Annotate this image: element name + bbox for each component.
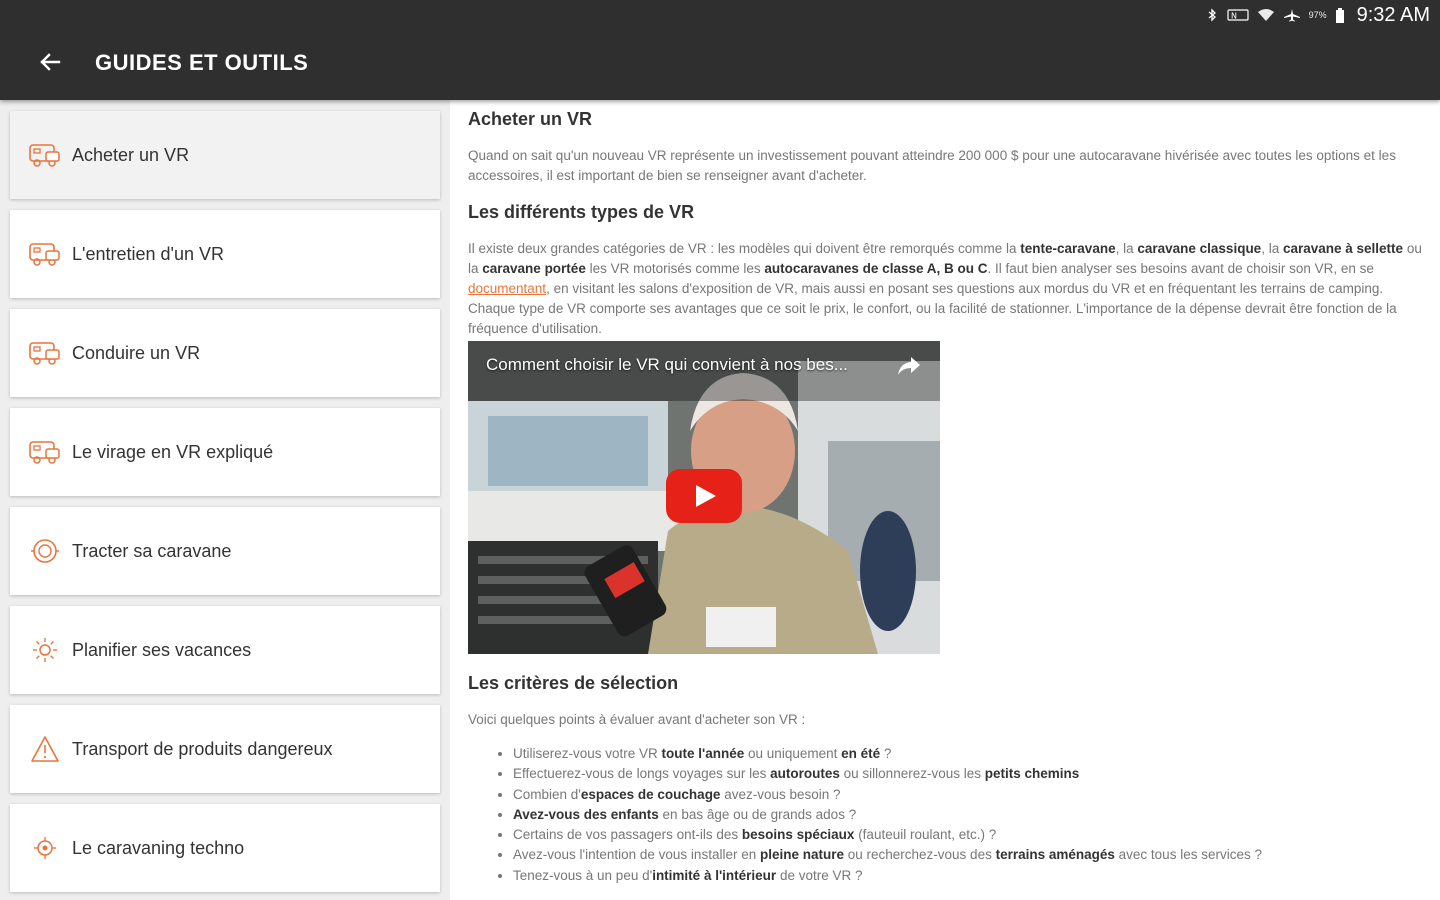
- youtube-play-icon[interactable]: [666, 469, 742, 523]
- list-item-techno[interactable]: Le caravaning techno: [10, 804, 440, 892]
- page-title: GUIDES ET OUTILS: [95, 50, 309, 75]
- list-item-virage[interactable]: Le virage en VR expliqué: [10, 408, 440, 496]
- status-time: 9:32 AM: [1356, 3, 1430, 26]
- article: Acheter un VR Quand on sait qu'un nouvea…: [468, 100, 1423, 886]
- list-item-label: Planifier ses vacances: [72, 639, 252, 660]
- video-title: Comment choisir le VR qui convient à nos…: [486, 355, 848, 374]
- rv-icon: [27, 434, 63, 470]
- rv-icon: [27, 236, 63, 272]
- criteria-intro: Voici quelques points à évaluer avant d'…: [468, 712, 806, 727]
- list-item-planifier[interactable]: Planifier ses vacances: [10, 606, 440, 694]
- criteria-list: Utiliserez-vous votre VR toute l'année o…: [468, 744, 1423, 886]
- article-panel[interactable]: Acheter un VR Quand on sait qu'un nouvea…: [450, 100, 1440, 900]
- gps-icon: [27, 830, 63, 866]
- warning-triangle-icon: [27, 731, 63, 767]
- article-intro: Quand on sait qu'un nouveau VR représent…: [468, 148, 1396, 183]
- list-item: Avez-vous l'intention de vous installer …: [513, 845, 1423, 865]
- airplane-icon: [1283, 8, 1301, 22]
- list-item-conduire[interactable]: Conduire un VR: [10, 309, 440, 397]
- status-bar: N 97% 9:32 AM: [1205, 2, 1430, 28]
- list-item-label: Transport de produits dangereux: [72, 738, 333, 759]
- list-item: Tenez-vous à un peu d'intimité à l'intér…: [513, 866, 1423, 886]
- battery-percent: 97%: [1308, 10, 1327, 20]
- list-item: Effectuerez-vous de longs voyages sur le…: [513, 764, 1423, 784]
- list-item-label: L'entretien d'un VR: [72, 243, 224, 264]
- article-heading: Acheter un VR: [468, 109, 593, 129]
- tow-hitch-icon: [27, 533, 63, 569]
- nfc-icon: N: [1226, 8, 1249, 22]
- list-item-entretien[interactable]: L'entretien d'un VR: [10, 210, 440, 298]
- list-item-tracter[interactable]: Tracter sa caravane: [10, 507, 440, 595]
- types-paragraph: Il existe deux grandes catégories de VR …: [468, 241, 1422, 336]
- wifi-icon: [1257, 8, 1275, 22]
- list-item: Utiliserez-vous votre VR toute l'année o…: [513, 744, 1423, 764]
- list-item: Avez-vous des enfants en bas âge ou de g…: [513, 805, 1423, 825]
- list-item-transport[interactable]: Transport de produits dangereux: [10, 705, 440, 793]
- sun-icon: [27, 632, 63, 668]
- rv-icon: [27, 335, 63, 371]
- section-heading-criteres: Les critères de sélection: [468, 673, 679, 693]
- app-bar: N 97% 9:32 AM GUIDES ET OUTILS: [0, 0, 1440, 100]
- battery-icon: [1335, 8, 1345, 23]
- documentant-link[interactable]: documentant: [468, 281, 546, 296]
- list-item-label: Acheter un VR: [72, 144, 190, 165]
- list-item-label: Le virage en VR expliqué: [72, 441, 274, 462]
- arrow-left-icon: [39, 52, 61, 76]
- share-icon[interactable]: [896, 355, 922, 377]
- list-item-label: Le caravaning techno: [72, 837, 245, 858]
- list-item: Certains de vos passagers ont-ils des be…: [513, 825, 1423, 845]
- list-item-label: Conduire un VR: [72, 342, 201, 363]
- video-embed[interactable]: Comment choisir le VR qui convient à nos…: [468, 341, 940, 654]
- list-item: Combien d'espaces de couchage avez-vous …: [513, 785, 1423, 805]
- rv-icon: [27, 137, 63, 173]
- section-heading-types: Les différents types de VR: [468, 202, 695, 222]
- svg-text:N: N: [1231, 12, 1237, 21]
- list-item-acheter[interactable]: Acheter un VR: [10, 111, 440, 199]
- list-item-label: Tracter sa caravane: [72, 540, 232, 561]
- back-button[interactable]: [36, 50, 64, 78]
- bluetooth-icon: [1205, 8, 1219, 22]
- guides-list: Acheter un VR L'entretien d'un VR Condui…: [0, 100, 450, 900]
